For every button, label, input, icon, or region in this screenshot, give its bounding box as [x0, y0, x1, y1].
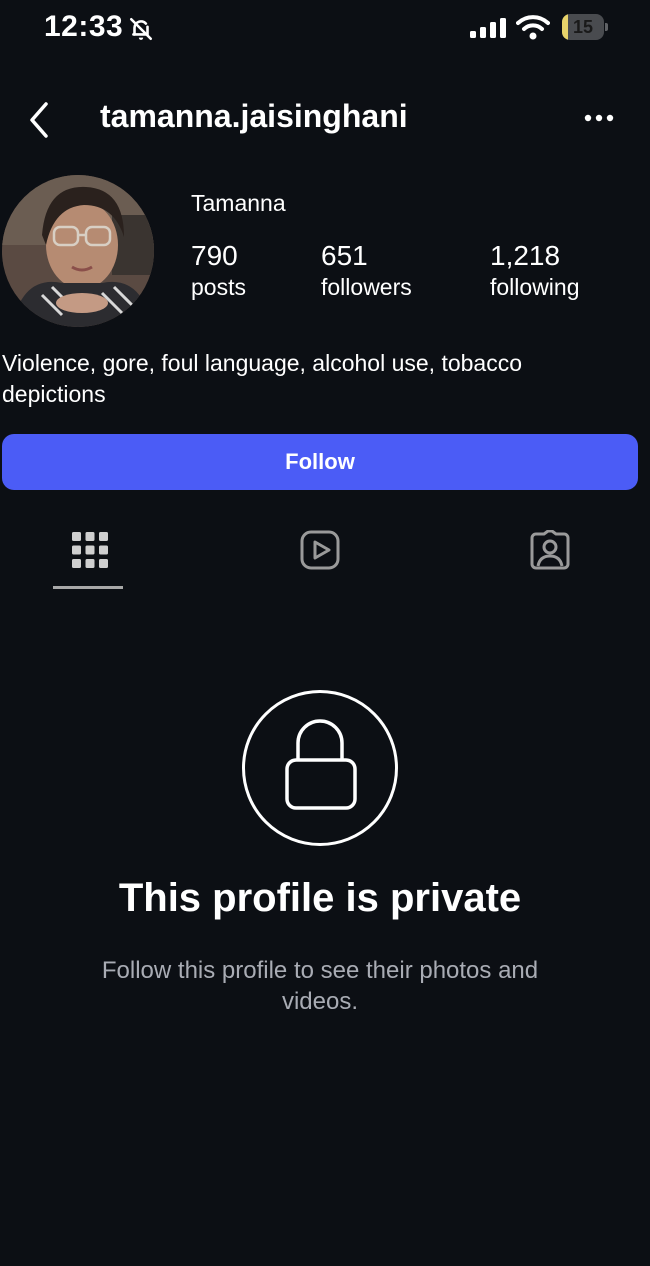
followers-stat[interactable]: 651 followers [321, 240, 412, 301]
posts-stat: 790 posts [191, 240, 246, 301]
posts-label: posts [191, 274, 246, 300]
bell-slash-icon [129, 17, 153, 41]
following-label: following [490, 274, 580, 300]
profile-bio: Violence, gore, foul language, alcohol u… [2, 350, 523, 407]
wifi-icon [516, 15, 550, 40]
avatar[interactable] [2, 175, 154, 327]
following-count: 1,218 [490, 240, 561, 271]
followers-count: 651 [321, 240, 368, 271]
profile-username: tamanna.jaisinghani [100, 98, 408, 134]
display-name: Tamanna [191, 190, 286, 216]
following-stat[interactable]: 1,218 following [490, 240, 580, 301]
posts-count: 790 [191, 240, 238, 271]
follow-button[interactable]: Follow [2, 434, 638, 490]
private-title: This profile is private [118, 876, 522, 920]
more-horizontal-icon[interactable] [582, 108, 616, 128]
cellular-signal-icon [470, 18, 506, 38]
private-subtitle: Follow this profile to see their photos … [101, 957, 539, 1015]
grid-icon[interactable] [70, 530, 110, 570]
active-tab-indicator [53, 586, 123, 589]
reels-icon[interactable] [300, 530, 340, 570]
tagged-icon[interactable] [530, 530, 570, 570]
chevron-left-icon[interactable] [24, 100, 54, 140]
status-time: 12:33 [44, 10, 124, 43]
battery-level: 15 [572, 17, 594, 37]
lock-icon-circle [242, 690, 398, 846]
followers-label: followers [321, 274, 412, 300]
battery-indicator: 15 [562, 14, 608, 40]
lock-icon [285, 719, 357, 810]
